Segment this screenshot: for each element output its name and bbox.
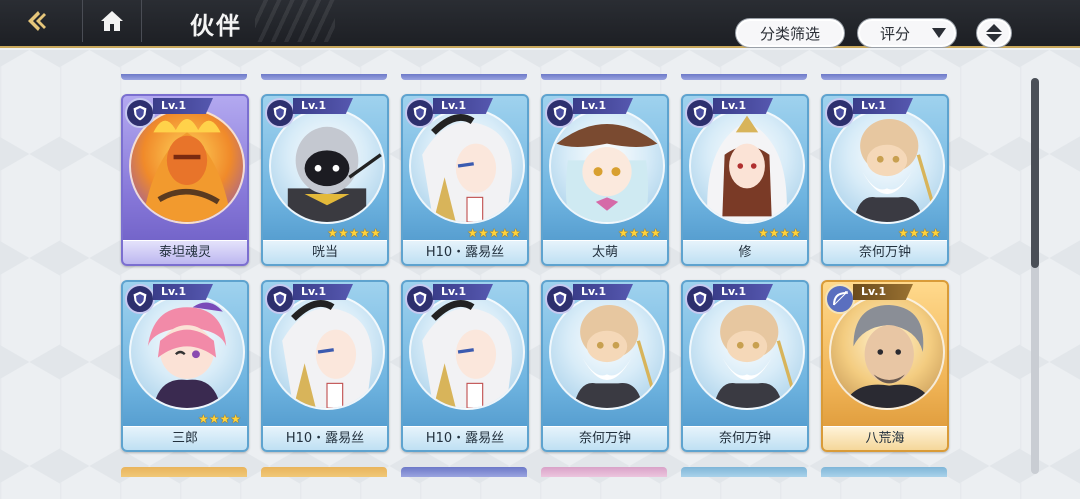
level-tag: Lv.1 bbox=[153, 98, 213, 114]
next-row-card-edge bbox=[821, 467, 947, 477]
next-row-card-edge bbox=[261, 467, 387, 477]
next-row-card-edge bbox=[541, 467, 667, 477]
companion-name: 奈何万钟 bbox=[683, 426, 807, 450]
level-tag: Lv.1 bbox=[573, 284, 633, 300]
companion-name: 奈何万钟 bbox=[823, 240, 947, 264]
shield-class-icon bbox=[265, 284, 295, 314]
star-rating: ★★★★ bbox=[897, 226, 941, 240]
star-rating: ★★★★ bbox=[197, 412, 241, 426]
previous-row-card-edge bbox=[261, 74, 387, 80]
shield-class-icon bbox=[405, 284, 435, 314]
companion-name: H10・露易丝 bbox=[263, 426, 387, 450]
title-decoration bbox=[255, 0, 335, 42]
companion-name: H10・露易丝 bbox=[403, 426, 527, 450]
next-row-card-edge bbox=[681, 467, 807, 477]
previous-row-card-edge bbox=[121, 74, 247, 80]
chevron-down-icon bbox=[932, 28, 946, 38]
next-row-card-edge bbox=[401, 467, 527, 477]
star-rating: ★★★★★ bbox=[327, 226, 381, 240]
shield-class-icon bbox=[685, 284, 715, 314]
home-icon bbox=[101, 11, 123, 31]
level-tag: Lv.1 bbox=[853, 98, 913, 114]
page-title: 伙伴 bbox=[190, 12, 242, 40]
scrollbar-thumb[interactable] bbox=[1031, 78, 1039, 268]
level-tag: Lv.1 bbox=[853, 284, 913, 300]
sort-order-icon bbox=[986, 24, 1002, 42]
companion-card[interactable]: Lv.1 H10・露易丝 bbox=[261, 280, 389, 452]
previous-row-card-edge bbox=[821, 74, 947, 80]
level-tag: Lv.1 bbox=[713, 98, 773, 114]
companion-card[interactable]: Lv.1 ★★★★ 三郎 bbox=[121, 280, 249, 452]
previous-row-card-edge bbox=[681, 74, 807, 80]
previous-row-card-edge bbox=[541, 74, 667, 80]
level-tag: Lv.1 bbox=[433, 98, 493, 114]
sort-dropdown[interactable]: 评分 bbox=[857, 18, 957, 48]
companion-name: H10・露易丝 bbox=[403, 240, 527, 264]
companion-card[interactable]: Lv.1 奈何万钟 bbox=[681, 280, 809, 452]
companion-name: 八荒海 bbox=[823, 426, 947, 450]
companion-name: 咣当 bbox=[263, 240, 387, 264]
level-tag: Lv.1 bbox=[433, 284, 493, 300]
scrollbar[interactable] bbox=[1031, 78, 1039, 474]
level-tag: Lv.1 bbox=[153, 284, 213, 300]
level-tag: Lv.1 bbox=[713, 284, 773, 300]
companion-card[interactable]: Lv.1 ★★★★★ 咣当 bbox=[261, 94, 389, 266]
level-tag: Lv.1 bbox=[293, 98, 353, 114]
shield-class-icon bbox=[405, 98, 435, 128]
back-button[interactable] bbox=[0, 0, 78, 42]
shield-class-icon bbox=[265, 98, 295, 128]
sort-order-button[interactable] bbox=[976, 18, 1012, 48]
star-rating: ★★★★ bbox=[757, 226, 801, 240]
home-button[interactable] bbox=[82, 0, 142, 42]
companion-card[interactable]: Lv.1 ★★★★ 奈何万钟 bbox=[821, 94, 949, 266]
companion-name: 修 bbox=[683, 240, 807, 264]
shield-class-icon bbox=[825, 98, 855, 128]
category-filter-label: 分类筛选 bbox=[759, 24, 820, 43]
sort-dropdown-label: 评分 bbox=[880, 24, 911, 43]
level-tag: Lv.1 bbox=[573, 98, 633, 114]
companion-name: 泰坦魂灵 bbox=[123, 240, 247, 264]
next-row-card-edge bbox=[121, 467, 247, 477]
level-tag: Lv.1 bbox=[293, 284, 353, 300]
companion-name: 三郎 bbox=[123, 426, 247, 450]
companion-name: 奈何万钟 bbox=[543, 426, 667, 450]
bow-class-icon bbox=[825, 284, 855, 314]
previous-row-card-edge bbox=[401, 74, 527, 80]
star-rating: ★★★★ bbox=[617, 226, 661, 240]
companion-card[interactable]: Lv.1 H10・露易丝 bbox=[401, 280, 529, 452]
companion-card[interactable]: Lv.1 ★★★★ 太萌 bbox=[541, 94, 669, 266]
companion-card[interactable]: Lv.1 ★★★★ 修 bbox=[681, 94, 809, 266]
companion-name: 太萌 bbox=[543, 240, 667, 264]
star-rating: ★★★★★ bbox=[467, 226, 521, 240]
shield-class-icon bbox=[545, 98, 575, 128]
companion-card[interactable]: Lv.1 ★★★★★ H10・露易丝 bbox=[401, 94, 529, 266]
companion-card[interactable]: Lv.1 奈何万钟 bbox=[541, 280, 669, 452]
companion-card[interactable]: Lv.1 八荒海 bbox=[821, 280, 949, 452]
shield-class-icon bbox=[685, 98, 715, 128]
category-filter-button[interactable]: 分类筛选 bbox=[735, 18, 845, 48]
shield-class-icon bbox=[545, 284, 575, 314]
shield-class-icon bbox=[125, 98, 155, 128]
back-arrow-icon bbox=[28, 11, 46, 31]
companion-card[interactable]: Lv.1 泰坦魂灵 bbox=[121, 94, 249, 266]
shield-class-icon bbox=[125, 284, 155, 314]
